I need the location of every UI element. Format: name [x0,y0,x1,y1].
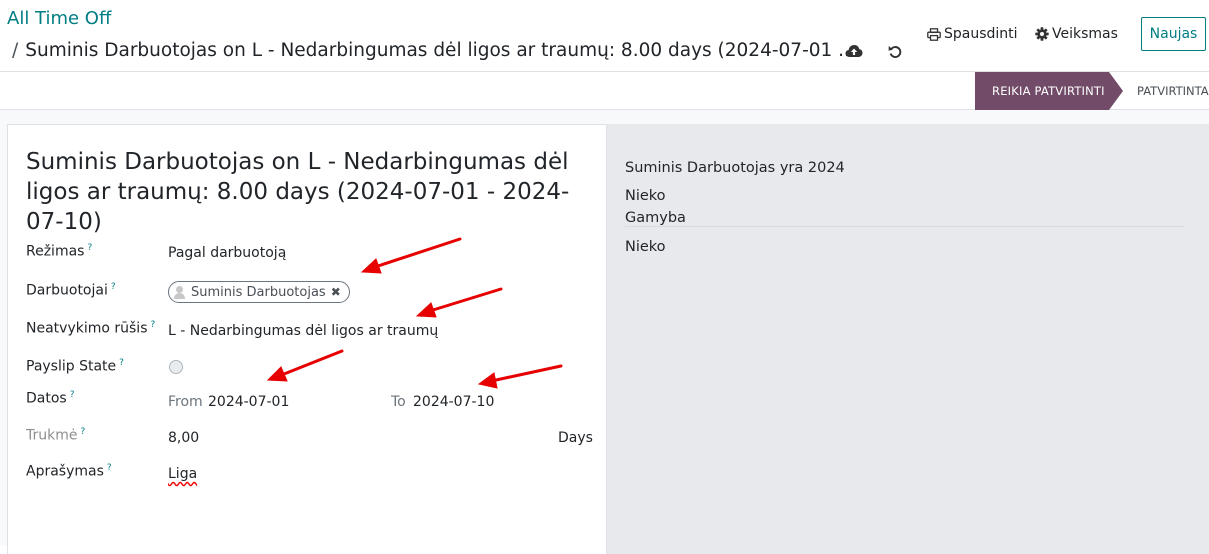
help-tooltip-icon[interactable]: ? [107,463,112,473]
print-button-label: Spausdinti [944,26,1018,42]
employee-tag-label: Suminis Darbuotojas [191,284,326,300]
help-tooltip-icon[interactable]: ? [150,320,155,330]
date-from-label: From [168,394,203,410]
discard-button[interactable] [884,40,906,62]
breadcrumb-root-link[interactable]: All Time Off [7,8,111,29]
breadcrumb-current: / Suminis Darbuotojas on L - Nedarbinguma… [12,40,856,61]
stage-to-approve[interactable]: REIKIA PATVIRTINTI [975,72,1123,110]
breadcrumb-current-label: Suminis Darbuotojas on L - Nedarbingumas… [25,40,856,61]
undo-icon [888,45,901,58]
stage-approved[interactable]: PATVIRTINTA [1137,72,1209,110]
status-bar: REIKIA PATVIRTINTI PATVIRTINTA [0,72,1209,110]
duration-label-text: Trukmė [26,427,78,444]
mode-label-text: Režimas [26,243,85,260]
form-sheet: Suminis Darbuotojas on L - Nedarbingumas… [7,124,607,554]
save-cloud-button[interactable] [843,40,865,62]
dates-label: Datos? [26,390,75,407]
help-tooltip-icon[interactable]: ? [80,427,85,437]
breadcrumb-separator: / [12,40,19,61]
print-button[interactable]: Spausdinti [927,26,1018,42]
form-content-area: Suminis Darbuotojas on L - Nedarbingumas… [0,110,1209,554]
help-tooltip-icon[interactable]: ? [87,243,92,253]
date-to-input[interactable]: 2024-07-10 [413,394,494,410]
help-tooltip-icon[interactable]: ? [111,282,116,292]
side-panel-divider [625,226,1185,227]
leave-type-label: Neatvykimo rūšis? [26,320,155,337]
date-from-input[interactable]: 2024-07-01 [208,394,289,410]
side-panel-line: Nieko [625,188,666,204]
duration-unit: Days [558,430,593,446]
side-panel-line: Suminis Darbuotojas yra 2024 [625,160,845,176]
action-button[interactable]: Veiksmas [1035,26,1118,42]
mode-label: Režimas? [26,243,92,260]
duration-label: Trukmė? [26,427,85,444]
record-title: Suminis Darbuotojas on L - Nedarbingumas… [26,149,570,235]
payslip-state-label: Payslip State? [26,358,124,375]
new-button[interactable]: Naujas [1141,17,1206,51]
mode-value[interactable]: Pagal darbuotoją [168,245,286,261]
employees-label-text: Darbuotojai [26,282,108,299]
description-label-text: Aprašymas [26,463,104,480]
help-tooltip-icon[interactable]: ? [70,390,75,400]
user-avatar-icon [173,285,186,299]
side-panel-line: Nieko [625,239,666,255]
date-to-label: To [391,394,406,410]
payslip-state-label-text: Payslip State [26,358,117,375]
side-info-panel: Suminis Darbuotojas yra 2024 Nieko Gamyb… [607,124,1209,554]
payslip-state-radio[interactable] [169,360,183,374]
leave-type-value[interactable]: L - Nedarbingumas dėl ligos ar traumų [168,323,438,339]
help-tooltip-icon[interactable]: ? [119,358,124,368]
remove-tag-icon[interactable]: ✖ [331,285,341,299]
gear-icon [1035,27,1049,41]
employees-label: Darbuotojai? [26,282,116,299]
print-icon [927,27,941,41]
employee-tag[interactable]: Suminis Darbuotojas ✖ [168,281,350,303]
side-panel-line: Gamyba [625,210,686,226]
control-panel: All Time Off / Suminis Darbuotojas on L -… [0,0,1209,72]
leave-type-label-text: Neatvykimo rūšis [26,320,148,337]
cloud-upload-icon [845,45,863,57]
duration-value: 8,00 [168,430,200,446]
description-input[interactable]: Liga [168,466,197,482]
description-label: Aprašymas? [26,463,112,480]
dates-label-text: Datos [26,390,67,407]
action-button-label: Veiksmas [1052,26,1118,42]
